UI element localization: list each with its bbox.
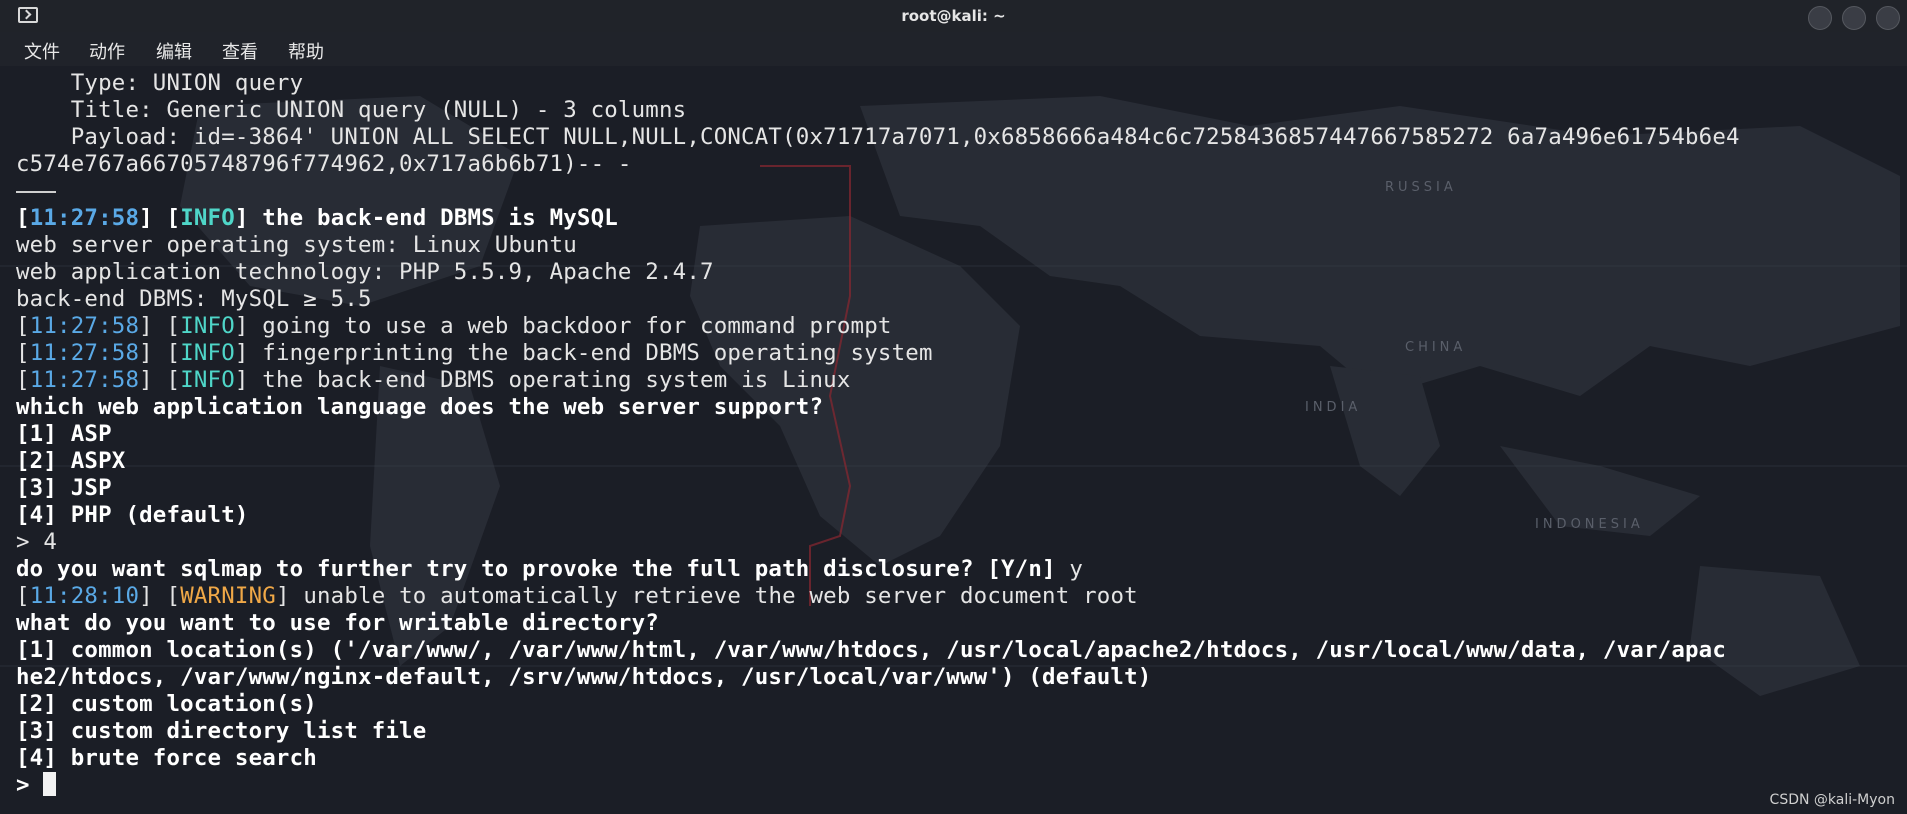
terminal-line: [11:27:58] [INFO] going to use a web bac… (16, 313, 892, 339)
terminal-line: Type: UNION query (16, 70, 304, 96)
terminal-line: [11:27:58] [INFO] fingerprinting the bac… (16, 340, 933, 366)
timestamp: 11:27:58 (29, 367, 140, 393)
prompt-question: do you want sqlmap to further try to pro… (16, 556, 1056, 582)
title-bar: root@kali: ~ (0, 0, 1907, 32)
option-line: [2] custom location(s) (16, 691, 317, 717)
timestamp: 11:27:58 (29, 205, 140, 231)
terminal-line: web application technology: PHP 5.5.9, A… (16, 259, 714, 285)
terminal-output[interactable]: RUSSIA CHINA INDIA INDONESIA Type: UNION… (0, 66, 1907, 814)
terminal-line: [11:27:58] [INFO] the back-end DBMS oper… (16, 367, 851, 393)
menu-help[interactable]: 帮助 (288, 38, 324, 64)
prompt-question: which web application language does the … (16, 394, 824, 420)
option-line: he2/htdocs, /var/www/nginx-default, /srv… (16, 664, 1152, 690)
close-button[interactable] (1876, 6, 1900, 30)
option-line: [1] common location(s) ('/var/www/, /var… (16, 637, 1727, 663)
input-prompt[interactable]: > (16, 772, 1896, 799)
option-line: [3] custom directory list file (16, 718, 427, 744)
terminal-line: do you want sqlmap to further try to pro… (16, 556, 1896, 583)
terminal-line: Title: Generic UNION query (NULL) - 3 co… (16, 97, 687, 123)
separator-line (16, 178, 1896, 205)
terminal-window: root@kali: ~ 文件 动作 编辑 查看 帮助 RUSSIA CHINA… (0, 0, 1907, 814)
window-title: root@kali: ~ (901, 7, 1006, 25)
option-line: [4] PHP (default) (16, 502, 249, 528)
option-line: [4] brute force search (16, 745, 317, 771)
menu-view[interactable]: 查看 (222, 38, 258, 64)
timestamp: 11:27:58 (29, 340, 140, 366)
terminal-lines: Type: UNION query Title: Generic UNION q… (16, 70, 1896, 799)
maximize-button[interactable] (1842, 6, 1866, 30)
log-level: INFO (180, 340, 235, 366)
option-line: [3] JSP (16, 475, 112, 501)
timestamp: 11:28:10 (29, 583, 140, 609)
terminal-line: [11:28:10] [WARNING] unable to automatic… (16, 583, 1138, 609)
log-level: INFO (180, 205, 235, 231)
log-level: INFO (180, 367, 235, 393)
user-answer: y (1055, 556, 1084, 582)
text-cursor (43, 772, 57, 796)
minimize-button[interactable] (1808, 6, 1832, 30)
terminal-line: c574e767a66705748796f774962,0x717a6b6b71… (16, 151, 632, 177)
watermark: CSDN @kali-Myon (1769, 792, 1895, 808)
terminal-line: [11:27:58] [INFO] the back-end DBMS is M… (16, 205, 618, 231)
menu-file[interactable]: 文件 (24, 38, 60, 64)
terminal-line: Payload: id=-3864' UNION ALL SELECT NULL… (16, 124, 1740, 150)
log-level: WARNING (180, 583, 276, 609)
timestamp: 11:27:58 (29, 313, 140, 339)
terminal-line: web server operating system: Linux Ubunt… (16, 232, 577, 258)
user-input-line: > 4 (16, 529, 58, 555)
log-level: INFO (180, 313, 235, 339)
menu-action[interactable]: 动作 (89, 38, 125, 64)
prompt-question: what do you want to use for writable dir… (16, 610, 659, 636)
menu-bar: 文件 动作 编辑 查看 帮助 (0, 32, 1907, 66)
menu-edit[interactable]: 编辑 (156, 38, 192, 64)
option-line: [1] ASP (16, 421, 112, 447)
option-line: [2] ASPX (16, 448, 126, 474)
terminal-line: back-end DBMS: MySQL ≥ 5.5 (16, 286, 372, 312)
